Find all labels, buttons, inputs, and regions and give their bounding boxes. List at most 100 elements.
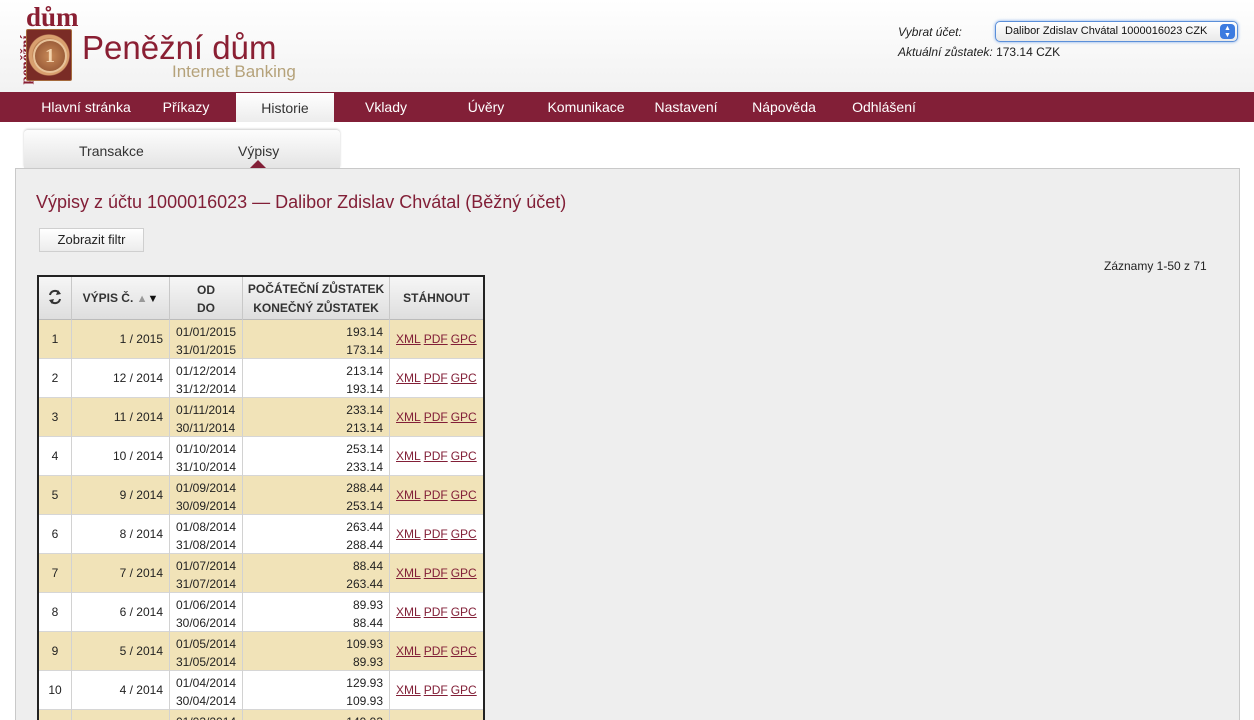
opening-balance: 88.44 [352, 559, 383, 573]
download-gpc-link[interactable]: GPC [451, 644, 477, 658]
download-header: STÁHNOUT [403, 291, 470, 305]
download-pdf-link[interactable]: PDF [424, 449, 448, 463]
closing-balance: 213.14 [346, 421, 383, 435]
download-xml-link[interactable]: XML [396, 332, 421, 346]
brand-title: Peněžní dům [82, 29, 277, 66]
download-cell: XMLPDFGPC [390, 554, 483, 593]
balance-row: Aktuální zůstatek: 173.14 CZK [898, 45, 1060, 59]
download-pdf-link[interactable]: PDF [424, 488, 448, 502]
balance-cell: 129.93 109.93 [243, 671, 390, 710]
opening-balance: 193.14 [346, 325, 383, 339]
show-filter-button[interactable]: Zobrazit filtr [39, 228, 144, 252]
download-gpc-link[interactable]: GPC [451, 527, 477, 541]
period-from: 01/09/2014 [176, 481, 237, 495]
download-xml-link[interactable]: XML [396, 683, 421, 697]
download-pdf-link[interactable]: PDF [424, 605, 448, 619]
nav-item-historie[interactable]: Historie [236, 93, 334, 122]
table-body: 1 1 / 2015 01/01/2015 31/01/2015 193.14 173.1… [39, 320, 483, 720]
sort-desc-icon[interactable]: ▼ [148, 293, 159, 305]
download-xml-link[interactable]: XML [396, 527, 421, 541]
period-from: 01/11/2014 [176, 403, 236, 417]
row-number: 2 [51, 371, 59, 385]
row-number: 7 [51, 566, 59, 580]
period-cell: 01/07/2014 31/07/2014 [170, 554, 243, 593]
refresh-icon[interactable] [47, 289, 63, 305]
sort-asc-icon[interactable]: ▲ [137, 293, 148, 305]
download-xml-link[interactable]: XML [396, 566, 421, 580]
download-pdf-link[interactable]: PDF [424, 371, 448, 385]
balance-cell: 149.93 [243, 710, 390, 720]
download-gpc-link[interactable]: GPC [451, 449, 477, 463]
row-number: 5 [51, 488, 59, 502]
statement-number: 6 / 2014 [119, 605, 163, 619]
header: dům peněžní 1 Peněžní dům Internet Banki… [0, 0, 1254, 92]
closing-balance-header-label: KONEČNÝ ZŮSTATEK [253, 301, 379, 315]
nav-item-prikazy[interactable]: Příkazy [140, 92, 232, 122]
closing-balance: 109.93 [346, 694, 383, 708]
opening-balance: 109.93 [346, 637, 383, 651]
download-pdf-link[interactable]: PDF [424, 410, 448, 424]
balance-cell: 193.14 173.14 [243, 320, 390, 359]
row-number-cell: 1 [39, 320, 72, 359]
period-to: 31/05/2014 [176, 655, 237, 669]
period-to: 31/07/2014 [176, 577, 237, 591]
download-gpc-link[interactable]: GPC [451, 332, 477, 346]
table-row: 5 9 / 2014 01/09/2014 30/09/2014 288.44 253.1… [39, 476, 483, 515]
download-pdf-link[interactable]: PDF [424, 683, 448, 697]
nav-item-komunikace[interactable]: Komunikace [538, 92, 634, 122]
active-tab-indicator-icon [250, 160, 266, 168]
download-xml-link[interactable]: XML [396, 449, 421, 463]
row-number-cell: 7 [39, 554, 72, 593]
nav-item-nastaveni[interactable]: Nastavení [638, 92, 734, 122]
download-gpc-link[interactable]: GPC [451, 488, 477, 502]
tab-transakce[interactable]: Transakce [79, 143, 144, 159]
logo[interactable]: dům peněžní 1 [12, 4, 79, 85]
download-pdf-link[interactable]: PDF [424, 566, 448, 580]
coin-icon: 1 [26, 29, 72, 81]
download-pdf-link[interactable]: PDF [424, 332, 448, 346]
row-number-cell: 10 [39, 671, 72, 710]
brand-subtitle: Internet Banking [172, 62, 296, 81]
page-title: Výpisy z účtu 1000016023 — Dalibor Zdisl… [36, 192, 567, 212]
nav-item-odhlaseni[interactable]: Odhlášení [834, 92, 934, 122]
statement-number-header-label: VÝPIS Č. [82, 291, 134, 305]
period-from: 01/08/2014 [176, 520, 237, 534]
download-xml-link[interactable]: XML [396, 410, 421, 424]
balance-cell: 109.93 89.93 [243, 632, 390, 671]
download-gpc-link[interactable]: GPC [451, 605, 477, 619]
download-xml-link[interactable]: XML [396, 605, 421, 619]
nav-item-hlavni-stranka[interactable]: Hlavní stránka [26, 92, 146, 122]
download-pdf-link[interactable]: PDF [424, 644, 448, 658]
nav-item-vklady[interactable]: Vklady [338, 92, 434, 122]
refresh-column-header [39, 277, 72, 320]
period-from: 01/10/2014 [176, 442, 237, 456]
download-xml-link[interactable]: XML [396, 488, 421, 502]
opening-balance: 233.14 [346, 403, 383, 417]
download-xml-link[interactable]: XML [396, 644, 421, 658]
download-cell: XMLPDFGPC [390, 398, 483, 437]
download-gpc-link[interactable]: GPC [451, 566, 477, 580]
opening-balance: 213.14 [346, 364, 383, 378]
tab-vypisy[interactable]: Výpisy [238, 143, 279, 159]
period-to: 30/09/2014 [176, 499, 237, 513]
period-to: 31/10/2014 [176, 460, 237, 474]
closing-balance: 193.14 [346, 382, 383, 396]
account-select-label: Vybrat účet: [898, 25, 962, 39]
statement-number: 5 / 2014 [119, 644, 163, 658]
statement-number: 7 / 2014 [119, 566, 163, 580]
balance-cell: 88.44 263.44 [243, 554, 390, 593]
period-cell: 01/12/2014 31/12/2014 [170, 359, 243, 398]
balance-cell: 253.14 233.14 [243, 437, 390, 476]
nav-item-uvery[interactable]: Úvěry [438, 92, 534, 122]
statement-number-header[interactable]: VÝPIS Č. ▲▼ [72, 277, 170, 320]
period-cell: 01/06/2014 30/06/2014 [170, 593, 243, 632]
download-xml-link[interactable]: XML [396, 371, 421, 385]
download-gpc-link[interactable]: GPC [451, 371, 477, 385]
table-row: 2 12 / 2014 01/12/2014 31/12/2014 213.14 193.… [39, 359, 483, 398]
download-gpc-link[interactable]: GPC [451, 410, 477, 424]
closing-balance: 288.44 [346, 538, 383, 552]
nav-item-napoveda[interactable]: Nápověda [738, 92, 830, 122]
download-gpc-link[interactable]: GPC [451, 683, 477, 697]
download-pdf-link[interactable]: PDF [424, 527, 448, 541]
account-select[interactable]: Dalibor Zdislav Chvátal 1000016023 CZK ▲… [995, 21, 1238, 42]
